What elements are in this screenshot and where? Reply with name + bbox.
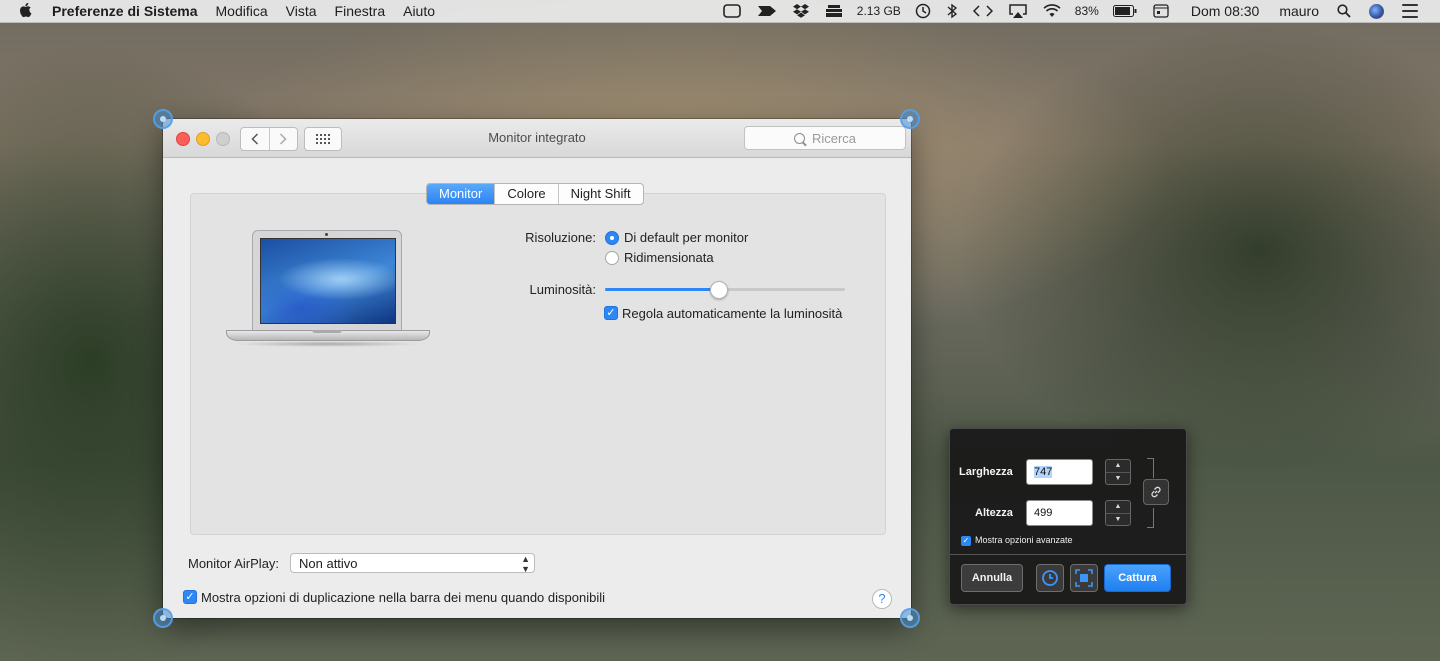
wifi-icon[interactable] (1043, 4, 1061, 18)
popup-arrows-icon: ▲ ▼ (521, 554, 530, 574)
brightness-slider-knob[interactable] (709, 281, 728, 299)
capture-area-button[interactable] (1070, 564, 1098, 592)
resolution-label: Risoluzione: (525, 230, 596, 245)
link-bracket-bottom (1147, 508, 1154, 528)
airplay-value: Non attivo (299, 556, 358, 571)
width-stepper[interactable]: ▲ ▼ (1105, 459, 1131, 485)
brightness-slider[interactable] (605, 281, 845, 299)
height-decrement-button[interactable]: ▼ (1106, 514, 1130, 526)
auto-brightness-checkbox[interactable]: ✓ (604, 306, 618, 320)
airplay-label: Monitor AirPlay: (188, 556, 280, 571)
selection-handle-top-left[interactable] (153, 109, 173, 129)
search-icon (793, 132, 805, 144)
laptop-illustration (226, 230, 430, 348)
selection-handle-top-right[interactable] (900, 109, 920, 129)
timer-button[interactable] (1036, 564, 1064, 592)
width-label: Larghezza (959, 466, 1013, 478)
link-aspect-button[interactable] (1143, 479, 1169, 505)
memory-status[interactable]: 2.13 GB (857, 4, 901, 18)
stack-icon[interactable] (825, 4, 843, 18)
clock[interactable]: Dom 08:30 (1191, 3, 1259, 19)
mirroring-checkbox[interactable]: ✓ (183, 590, 197, 604)
dropbox-icon[interactable] (792, 4, 809, 18)
capture-hud: Larghezza 747 ▲ ▼ Altezza 499 ▲ ▼ ✓ Most… (949, 428, 1187, 605)
height-input[interactable]: 499 (1026, 500, 1093, 526)
system-preferences-window: Monitor integrato Ricerca Monitor Colore… (163, 119, 911, 618)
link-bracket-top (1147, 458, 1154, 478)
chain-link-icon (1151, 486, 1161, 498)
selection-handle-bottom-left[interactable] (153, 608, 173, 628)
airplay-popup[interactable]: Non attivo ▲ ▼ (290, 553, 535, 574)
resolution-scaled-radio[interactable] (605, 251, 619, 265)
timer-icon (1042, 570, 1058, 586)
brightness-label: Luminosità: (529, 282, 596, 297)
width-value: 747 (1034, 466, 1053, 478)
user-name[interactable]: mauro (1279, 3, 1319, 19)
apple-icon[interactable] (18, 3, 34, 19)
menu-bar-left: Preferenze di Sistema Modifica Vista Fin… (0, 0, 444, 22)
capture-button[interactable]: Cattura (1104, 564, 1171, 592)
mirroring-label[interactable]: Mostra opzioni di duplicazione nella bar… (201, 590, 605, 605)
bluetooth-icon[interactable] (947, 3, 957, 19)
height-label: Altezza (975, 507, 1013, 519)
hud-separator (950, 554, 1186, 555)
menu-item-vista[interactable]: Vista (277, 0, 326, 22)
airplay-icon[interactable] (1009, 4, 1027, 18)
brightness-slider-fill (605, 288, 718, 291)
menu-item-finestra[interactable]: Finestra (326, 0, 395, 22)
help-button[interactable]: ? (872, 589, 892, 609)
tab-monitor[interactable]: Monitor (427, 184, 496, 204)
siri-icon[interactable] (1369, 3, 1384, 19)
search-field[interactable]: Ricerca (744, 126, 906, 150)
width-input[interactable]: 747 (1026, 459, 1093, 485)
display-icon[interactable] (722, 4, 741, 18)
menu-bar-status: 2.13 GB 83% Dom 08:30 mauro (715, 0, 1440, 22)
selection-handle-bottom-right[interactable] (900, 608, 920, 628)
height-value: 499 (1034, 507, 1053, 519)
width-decrement-button[interactable]: ▼ (1106, 473, 1130, 485)
width-increment-button[interactable]: ▲ (1106, 460, 1130, 473)
window-titlebar: Monitor integrato Ricerca (163, 119, 911, 158)
resolution-default-label[interactable]: Di default per monitor (624, 230, 748, 245)
menu-item-aiuto[interactable]: Aiuto (394, 0, 444, 22)
battery-percent[interactable]: 83% (1075, 4, 1099, 18)
notification-center-icon[interactable] (1402, 4, 1418, 18)
messages-icon[interactable] (757, 4, 777, 18)
height-increment-button[interactable]: ▲ (1106, 501, 1130, 514)
search-placeholder: Ricerca (811, 130, 857, 146)
advanced-options-checkbox[interactable]: ✓ (961, 536, 971, 546)
height-stepper[interactable]: ▲ ▼ (1105, 500, 1131, 526)
menu-app-name[interactable]: Preferenze di Sistema (50, 0, 207, 22)
tab-bar: Monitor Colore Night Shift (426, 183, 644, 205)
calendar-icon[interactable] (1153, 4, 1169, 18)
tab-night-shift[interactable]: Night Shift (559, 184, 643, 204)
menu-bar: Preferenze di Sistema Modifica Vista Fin… (0, 0, 1440, 23)
resolution-scaled-label[interactable]: Ridimensionata (624, 250, 714, 265)
resolution-default-radio[interactable] (605, 231, 619, 245)
tab-colore[interactable]: Colore (495, 184, 559, 204)
battery-icon[interactable] (1112, 5, 1137, 17)
code-icon[interactable] (972, 4, 993, 18)
time-machine-icon[interactable] (915, 3, 931, 19)
selection-frame-icon (1075, 569, 1093, 587)
auto-brightness-label[interactable]: Regola automaticamente la luminosità (622, 306, 842, 321)
menu-item-modifica[interactable]: Modifica (207, 0, 277, 22)
cancel-button[interactable]: Annulla (961, 564, 1023, 592)
spotlight-icon[interactable] (1337, 4, 1351, 18)
advanced-options-label[interactable]: Mostra opzioni avanzate (975, 535, 1073, 545)
